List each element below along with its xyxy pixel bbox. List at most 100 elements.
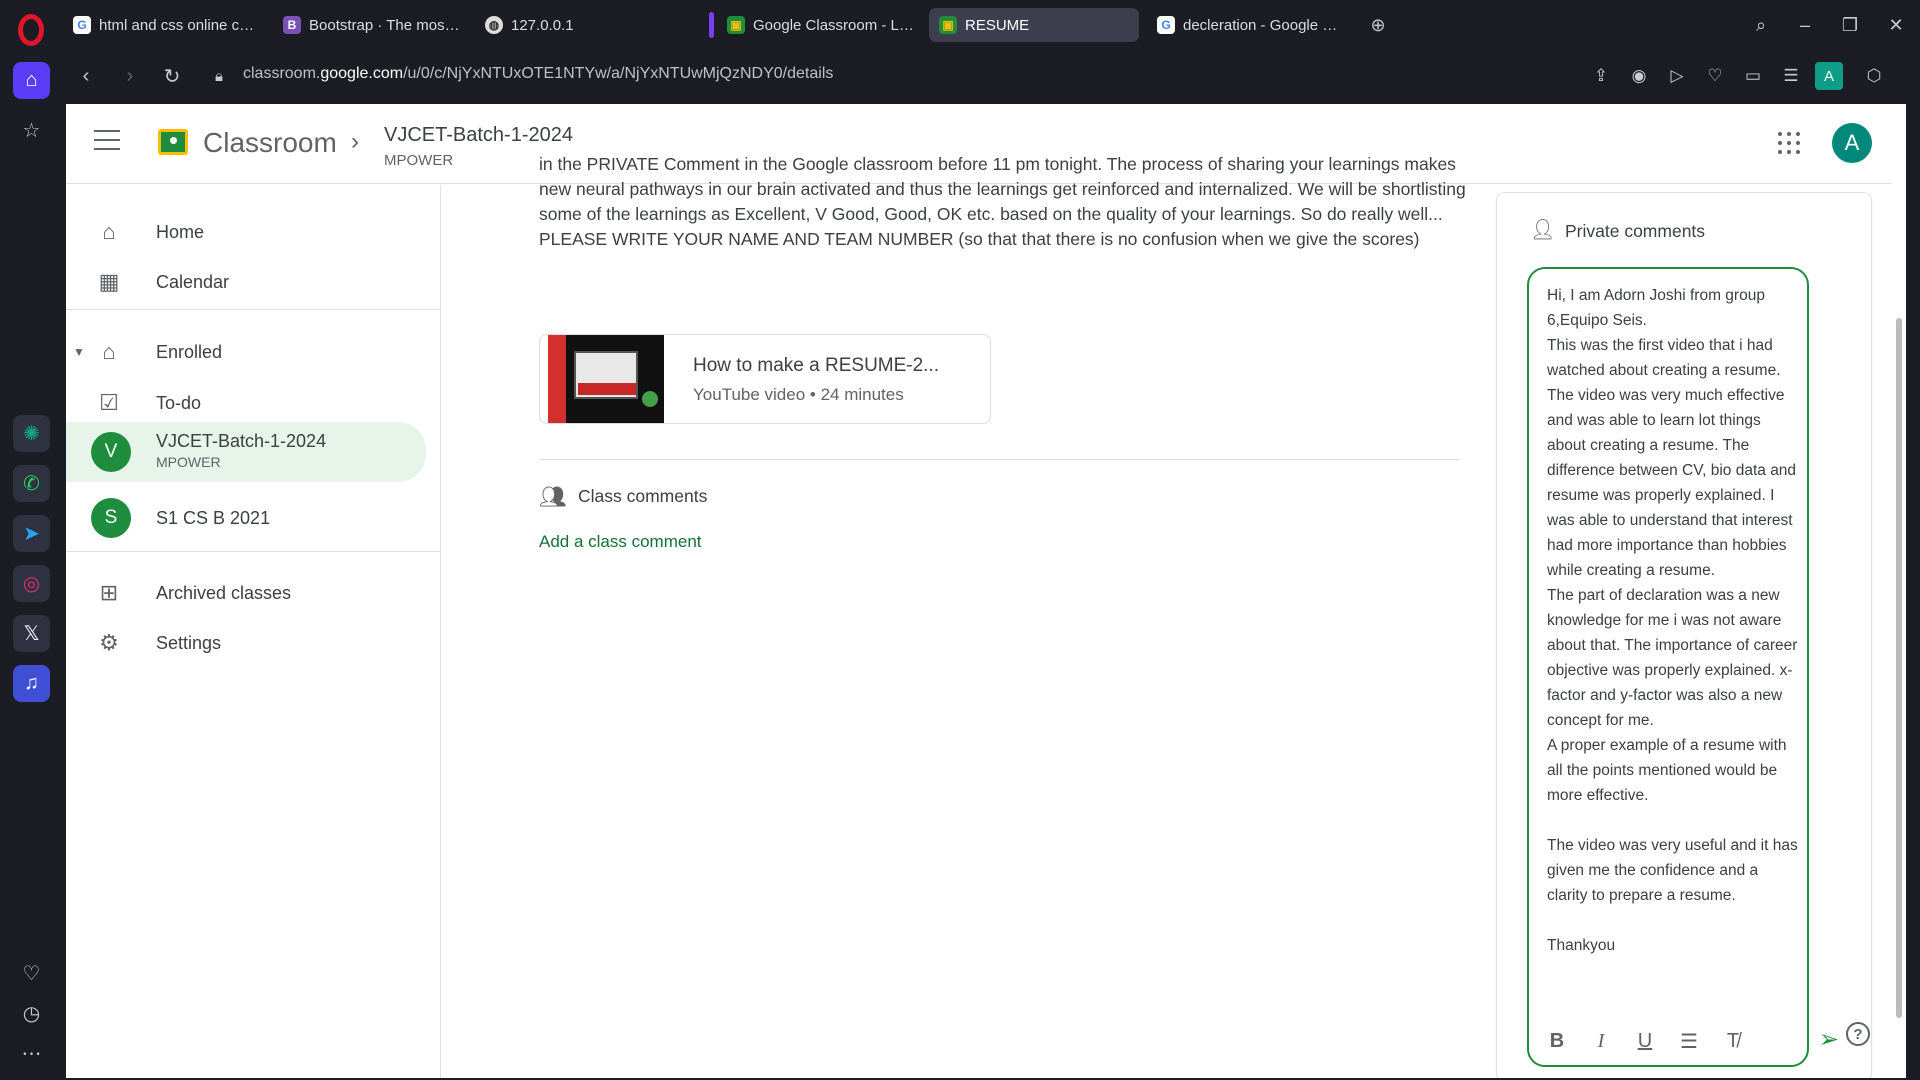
music-player-icon[interactable]: ♫ [13,665,50,702]
nav-archived-label: Archived classes [156,582,292,603]
private-comment-input[interactable]: Hi, I am Adorn Joshi from group 6,Equipo… [1527,267,1809,1067]
reload-button[interactable]: ↻ [158,62,186,90]
chatgpt-icon[interactable]: ✺ [13,415,50,452]
nav-archived[interactable]: ⊞ Archived classes [66,566,426,620]
tab-bootstrap[interactable]: B Bootstrap · The most popular [273,8,473,42]
home-icon[interactable]: ⌂ [13,62,50,99]
tab-classroom-login[interactable]: ▣ Google Classroom - Login [717,8,927,42]
address-bar: ‹ › ↻ 🔒︎ classroom.google.com/u/0/c/NjYx… [63,50,1920,102]
heart-icon[interactable]: ♡ [13,955,50,992]
star-icon[interactable]: ☆ [13,112,50,149]
close-window-button[interactable]: ✕ [1881,10,1911,40]
class-avatar: V [91,432,131,472]
tab-google-search[interactable]: G decleration - Google Search [1147,8,1353,42]
whatsapp-icon[interactable]: ✆ [13,465,50,502]
left-navigation: ⌂ Home ▦ Calendar ▼ ⌂ Enrolled ☑ To-do V… [66,185,441,1078]
more-icon[interactable]: ⋯ [13,1035,50,1072]
url-path: /u/0/c/NjYxNTUxOTE1NTYw/a/NjYxNTUwMjQzND… [403,65,834,82]
divider [66,309,441,310]
url-prefix: classroom. [243,65,321,82]
gear-icon: ⚙ [99,630,119,655]
instagram-icon[interactable]: ◎ [13,565,50,602]
bootstrap-icon: B [283,16,301,34]
video-meta: YouTube video • 24 minutes [693,385,904,404]
nav-class-vjcet[interactable]: V VJCET-Batch-1-2024 MPOWER [66,422,426,482]
tab-label: 127.0.0.1 [511,16,574,34]
search-icon[interactable]: ⌕ [1746,10,1776,40]
add-class-comment-link[interactable]: Add a class comment [539,532,702,552]
tab-localhost[interactable]: ◍ 127.0.0.1 [475,8,645,42]
google-icon: G [1157,16,1175,34]
breadcrumb-chevron-icon: › [351,128,359,155]
profile-avatar[interactable]: A [1815,62,1843,90]
restore-button[interactable]: ❐ [1835,10,1865,40]
class-name: VJCET-Batch-1-2024 [156,431,327,451]
nav-home-label: Home [156,221,205,242]
class-name-link[interactable]: VJCET-Batch-1-2024 [384,124,573,147]
nav-enrolled[interactable]: ▼ ⌂ Enrolled [66,325,426,379]
todo-icon: ☑ [99,390,119,415]
nav-enrolled-label: Enrolled [156,341,223,362]
history-icon[interactable]: ◷ [13,995,50,1032]
tab-resume[interactable]: ▣ RESUME [929,8,1139,42]
private-comments-title: Private comments [1565,221,1706,241]
person-icon: 👤︎ [1530,219,1556,241]
assignment-description: in the PRIVATE Comment in the Google cla… [539,152,1469,252]
nav-calendar[interactable]: ▦ Calendar [66,255,426,309]
share-icon[interactable]: ⇪ [1587,62,1615,90]
x-twitter-icon[interactable]: 𝕏 [13,615,50,652]
tab-label: RESUME [965,16,1030,34]
forward-button[interactable]: › [116,62,144,90]
video-title: How to make a RESUME-2... [693,355,940,376]
send-comment-button[interactable]: ➢ [1815,1025,1843,1053]
youtube-attachment[interactable]: How to make a RESUME-2... YouTube video … [539,334,991,424]
caret-down-icon: ▼ [73,345,85,359]
page-scrollbar[interactable] [1892,104,1906,1078]
tab-label: Google Classroom - Login [753,16,917,34]
url-host: google.com [320,65,404,82]
heart-icon[interactable]: ♡ [1701,62,1729,90]
nav-calendar-label: Calendar [156,271,230,292]
opera-logo-icon[interactable] [18,14,44,46]
easy-setup-icon[interactable]: ☰ [1777,62,1805,90]
school-icon: ⌂ [102,339,116,364]
account-avatar[interactable]: A [1832,123,1872,163]
nav-home[interactable]: ⌂ Home [66,205,426,259]
class-section: MPOWER [156,454,221,470]
send-icon[interactable]: ▷ [1663,62,1691,90]
extensions-icon[interactable]: ⬡ [1860,62,1888,90]
tab-label: decleration - Google Search [1183,16,1343,34]
battery-saver-icon[interactable]: ▭ [1739,62,1767,90]
tab-strip: G html and css online course B Bootstrap… [63,0,1920,48]
minimize-button[interactable]: – [1790,10,1820,40]
calendar-icon: ▦ [98,269,120,294]
google-icon: G [73,16,91,34]
scrollbar-thumb[interactable] [1896,318,1902,1018]
clear-formatting-icon[interactable]: T̸ [1719,1027,1747,1055]
italic-icon[interactable]: I [1587,1027,1615,1055]
app-title[interactable]: Classroom [203,127,337,159]
camera-icon[interactable]: ◉ [1625,62,1653,90]
nav-settings-label: Settings [156,632,222,653]
bold-icon[interactable]: B [1543,1027,1571,1055]
people-icon: 👥︎ [539,484,567,509]
google-apps-icon[interactable] [1778,132,1800,154]
bulleted-list-icon[interactable]: ☰ [1675,1027,1703,1055]
help-icon[interactable]: ? [1846,1022,1870,1046]
underline-icon[interactable]: U [1631,1027,1659,1055]
tab-html-css[interactable]: G html and css online course [63,8,271,42]
back-button[interactable]: ‹ [72,62,100,90]
nav-class-s1cs[interactable]: S S1 CS B 2021 [66,491,426,545]
telegram-icon[interactable]: ➤ [13,515,50,552]
lock-icon: 🔒︎ [215,67,223,85]
video-thumbnail [548,335,664,423]
class-section: MPOWER [384,152,454,169]
classroom-logo[interactable] [158,129,188,155]
formatting-toolbar: B I U ☰ T̸ [1543,1027,1793,1057]
nav-settings[interactable]: ⚙ Settings [66,616,426,670]
menu-icon[interactable] [94,130,120,150]
new-tab-button[interactable]: ⊕ [1363,10,1393,40]
class-avatar: S [91,498,131,538]
private-comment-text[interactable]: Hi, I am Adorn Joshi from group 6,Equipo… [1547,283,1799,958]
url-field[interactable]: classroom.google.com/u/0/c/NjYxNTUxOTE1N… [243,65,833,83]
